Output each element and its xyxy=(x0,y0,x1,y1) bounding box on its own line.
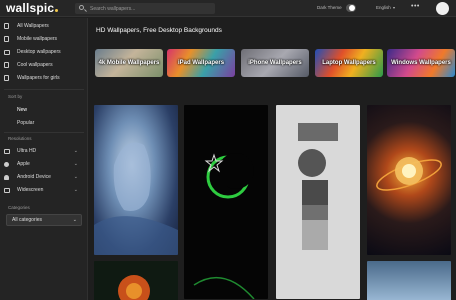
chevron-down-icon: ⌄ xyxy=(73,174,78,180)
wallpaper-thumbnail[interactable] xyxy=(94,261,178,300)
category-tile-ipad[interactable]: iPad Wallpapers xyxy=(167,49,235,77)
sidebar-item-mobile-wallpapers[interactable]: Mobile wallpapers xyxy=(4,34,84,44)
more-menu-button[interactable]: ••• xyxy=(411,3,420,10)
wallpaper-image xyxy=(376,157,442,191)
logo-dot xyxy=(55,9,59,12)
chevron-down-icon: ▾ xyxy=(393,5,396,10)
image-icon xyxy=(4,62,9,68)
resolutions-heading: Resolutions xyxy=(8,136,32,141)
sidebar-item-label: Desktop wallpapers xyxy=(17,49,61,55)
wallpaper-thumbnail[interactable] xyxy=(367,261,451,300)
sidebar-item-label: Ultra HD xyxy=(17,148,37,154)
dark-theme-label: Dark Theme xyxy=(317,5,342,10)
chevron-down-icon: ⌄ xyxy=(73,161,78,167)
category-tile-windows[interactable]: Windows Wallpapers xyxy=(387,49,455,77)
toggle-knob xyxy=(349,5,355,11)
monitor-icon xyxy=(4,188,10,193)
sidebar-item-all-wallpapers[interactable]: All Wallpapers xyxy=(4,21,84,31)
categories-select-value: All categories xyxy=(12,217,43,223)
monitor-icon xyxy=(4,50,10,55)
grid-icon xyxy=(4,23,9,29)
wallpaper-thumbnail[interactable] xyxy=(276,105,360,299)
phone-icon xyxy=(4,36,9,42)
sidebar-item-label: Mobile wallpapers xyxy=(17,36,58,42)
chevron-down-icon: ⌄ xyxy=(73,187,78,193)
category-label: 4k Mobile Wallpapers xyxy=(98,60,160,66)
categories-heading: Categories xyxy=(8,205,30,210)
sidebar: All Wallpapers Mobile wallpapers Desktop… xyxy=(0,18,88,300)
sidebar-item-label: Apple xyxy=(17,161,30,167)
sidebar-item-apple[interactable]: Apple ⌄ xyxy=(4,159,84,169)
page-title: HD Wallpapers, Free Desktop Backgrounds xyxy=(96,27,222,34)
sidebar-item-label: Widescreen xyxy=(17,187,44,193)
category-label: iPhone Wallpapers xyxy=(248,60,302,66)
categories-select[interactable]: All categories ⌄ xyxy=(6,214,82,226)
sort-option-popular[interactable]: Popular xyxy=(17,120,34,126)
sidebar-item-label: All Wallpapers xyxy=(17,23,49,29)
apple-icon xyxy=(4,162,9,167)
wallpaper-image xyxy=(94,142,178,255)
sidebar-item-label: Cool wallpapers xyxy=(17,62,53,68)
top-bar: wallspic Dark Theme English ▾ ••• xyxy=(0,0,456,17)
category-tile-laptop[interactable]: Laptop Wallpapers xyxy=(315,49,383,77)
main-content: HD Wallpapers, Free Desktop Backgrounds … xyxy=(89,18,456,300)
android-icon xyxy=(4,175,9,180)
category-label: Windows Wallpapers xyxy=(391,60,451,66)
sidebar-item-desktop-wallpapers[interactable]: Desktop wallpapers xyxy=(4,47,84,57)
language-selector[interactable]: English xyxy=(376,5,391,10)
sidebar-item-ultra-hd[interactable]: Ultra HD ⌄ xyxy=(4,146,84,156)
sort-option-new[interactable]: New xyxy=(17,107,27,113)
sidebar-divider xyxy=(4,89,84,90)
search-icon xyxy=(79,5,84,10)
sidebar-item-wallpapers-for-girls[interactable]: Wallpapers for girls xyxy=(4,73,84,83)
search-input[interactable] xyxy=(90,3,210,14)
logo[interactable]: wallspic xyxy=(6,1,59,15)
dark-theme-toggle[interactable] xyxy=(346,4,356,12)
wallpaper-image xyxy=(298,123,338,250)
monitor-icon xyxy=(4,149,10,154)
category-tile-4k-mobile[interactable]: 4k Mobile Wallpapers xyxy=(95,49,163,77)
chevron-down-icon: ⌄ xyxy=(73,148,78,154)
chevron-down-icon: ⌄ xyxy=(72,217,77,223)
sidebar-divider xyxy=(4,132,84,133)
sidebar-item-label: Android Device xyxy=(17,174,51,180)
wallpaper-thumbnail[interactable] xyxy=(94,105,178,255)
category-label: Laptop Wallpapers xyxy=(322,60,376,66)
sort-by-heading: Sort by xyxy=(8,94,23,99)
search-box[interactable] xyxy=(75,3,215,14)
image-icon xyxy=(4,75,9,81)
sidebar-item-cool-wallpapers[interactable]: Cool wallpapers xyxy=(4,60,84,70)
wallpaper-thumbnail[interactable] xyxy=(367,105,451,255)
sidebar-item-label: Wallpapers for girls xyxy=(17,75,60,81)
avatar[interactable] xyxy=(436,2,449,15)
category-tile-iphone[interactable]: iPhone Wallpapers xyxy=(241,49,309,77)
sidebar-item-widescreen[interactable]: Widescreen ⌄ xyxy=(4,185,84,195)
sidebar-item-android-device[interactable]: Android Device ⌄ xyxy=(4,172,84,182)
wallpaper-image xyxy=(118,275,150,300)
wallpaper-image xyxy=(193,153,255,299)
category-label: iPad Wallpapers xyxy=(177,60,225,66)
wallpaper-thumbnail[interactable] xyxy=(184,105,268,299)
